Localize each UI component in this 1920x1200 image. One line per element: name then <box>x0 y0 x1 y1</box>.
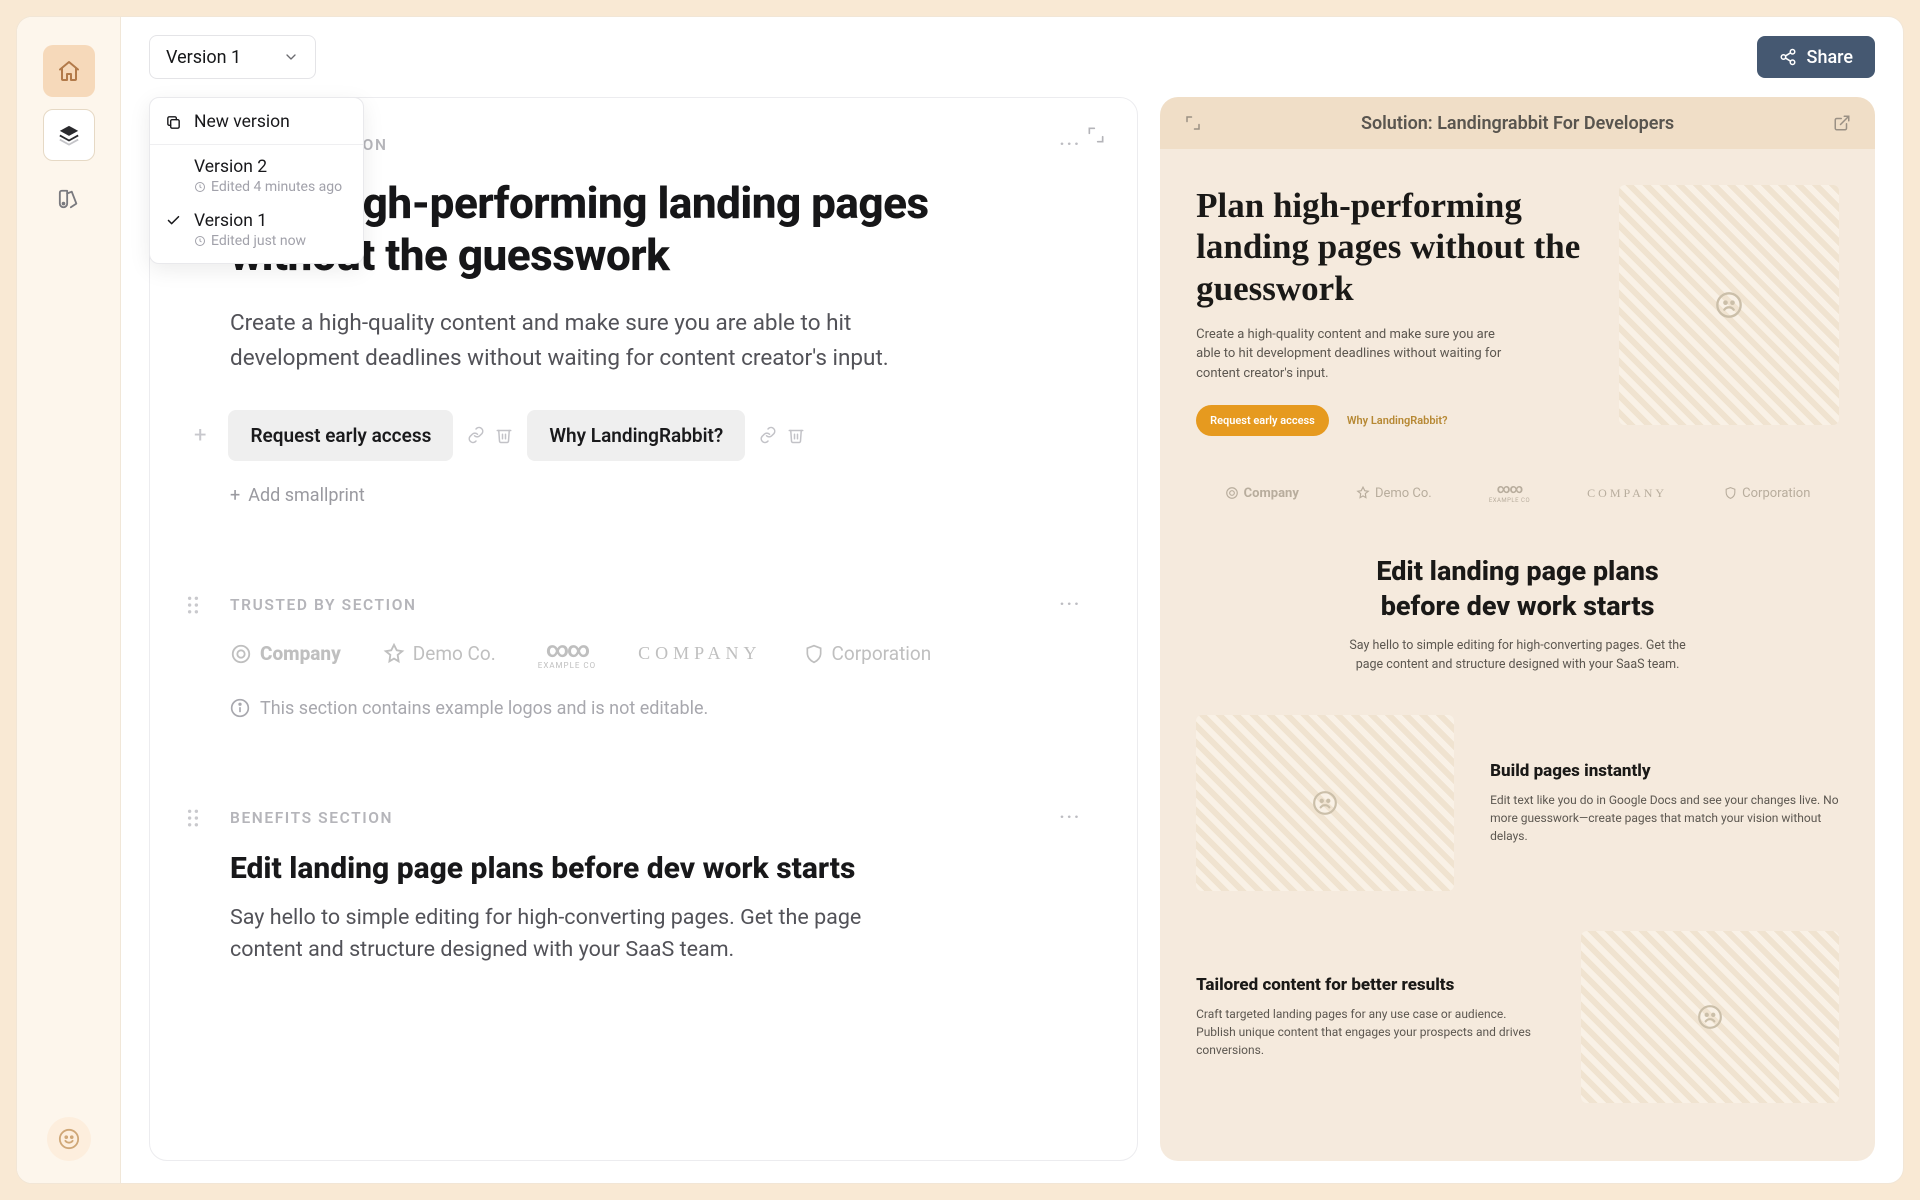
cta-secondary-chip[interactable]: Why LandingRabbit? <box>527 410 745 461</box>
benefits-subhead[interactable]: Say hello to simple editing for high-con… <box>230 902 910 967</box>
nav-swatch[interactable] <box>43 173 95 225</box>
section-more-icon[interactable]: ··· <box>1059 134 1081 155</box>
cta-row: + Request early access Why LandingRabbit… <box>230 410 1081 461</box>
pv-hero-sub: Create a high-quality content and make s… <box>1196 325 1506 384</box>
logo-corporation: Corporation <box>804 642 932 665</box>
plus-icon: + <box>230 485 240 506</box>
image-placeholder-icon <box>1715 291 1743 319</box>
dd-v1-label: Version 1 <box>194 211 306 231</box>
dd-v2-label: Version 2 <box>194 157 342 177</box>
pv-benefits-sub: Say hello to simple editing for high-con… <box>1348 637 1688 675</box>
editor-expand[interactable] <box>1081 120 1111 150</box>
section-more-icon[interactable]: ··· <box>1059 807 1081 828</box>
check-icon <box>166 213 181 228</box>
drag-handle-icon[interactable] <box>186 809 200 827</box>
dd-v2-meta: Edited 4 minutes ago <box>194 179 342 195</box>
benefits-headline[interactable]: Edit landing page plans before dev work … <box>230 851 1081 886</box>
preview-header: Solution: Landingrabbit For Developers <box>1160 97 1875 149</box>
logo-example: ∞∞EXAMPLE CO <box>538 638 596 670</box>
image-placeholder-icon <box>1312 790 1338 816</box>
pv-feature2-h: Tailored content for better results <box>1196 975 1545 995</box>
trusted-logos: Company Demo Co. ∞∞EXAMPLE CO COMPANY Co… <box>230 638 1081 670</box>
clock-icon <box>194 235 206 247</box>
pv-hero-image-placeholder <box>1619 185 1839 425</box>
dropdown-version-1[interactable]: Version 1 Edited just now <box>150 203 363 257</box>
logo-company: Company <box>230 642 341 665</box>
pv-benefits-title: Edit landing page plans before dev work … <box>1338 554 1698 623</box>
cta-primary-chip[interactable]: Request early access <box>228 410 453 461</box>
share-button[interactable]: Share <box>1757 36 1875 78</box>
cta1-delete-icon[interactable] <box>495 426 513 444</box>
preview-panel: Solution: Landingrabbit For Developers P… <box>1160 97 1875 1161</box>
pv-feature1-p: Edit text like you do in Google Docs and… <box>1490 791 1839 845</box>
expand-icon <box>1086 125 1106 145</box>
share-label: Share <box>1807 47 1853 68</box>
dd-v1-meta: Edited just now <box>194 233 306 249</box>
image-placeholder-icon <box>1697 1004 1723 1030</box>
cta2-link-icon[interactable] <box>759 426 777 444</box>
sidebar-rail <box>17 17 121 1183</box>
preview-expand[interactable] <box>1180 110 1206 136</box>
logo-demo: Demo Co. <box>383 642 496 665</box>
dropdown-separator <box>150 144 363 145</box>
landing-subhead[interactable]: Create a high-quality content and make s… <box>230 306 950 376</box>
cta2-delete-icon[interactable] <box>787 426 805 444</box>
pv-feature1-h: Build pages instantly <box>1490 761 1839 781</box>
add-cta-icon[interactable]: + <box>194 423 206 448</box>
dropdown-version-2[interactable]: Version 2 Edited 4 minutes ago <box>150 149 363 203</box>
preview-open-external[interactable] <box>1829 110 1855 136</box>
nav-home[interactable] <box>43 45 95 97</box>
version-dropdown: New version Version 2 Edited 4 minutes a… <box>149 97 364 264</box>
pv-hero-headline: Plan high-performing landing pages witho… <box>1196 185 1589 309</box>
preview-hero: Plan high-performing landing pages witho… <box>1196 185 1839 436</box>
topbar: Version 1 Share New version <box>121 17 1903 97</box>
pv-feature2-image <box>1581 931 1839 1103</box>
version-selector[interactable]: Version 1 <box>149 35 316 79</box>
pv-feature-1: Build pages instantly Edit text like you… <box>1196 715 1839 891</box>
pv-logo-demo: Demo Co. <box>1356 486 1432 501</box>
pv-logo-example: ∞∞EXAMPLE CO <box>1489 482 1530 504</box>
pv-logos: Company Demo Co. ∞∞EXAMPLE CO COMPANY Co… <box>1196 482 1839 504</box>
dd-new-version-label: New version <box>194 112 290 132</box>
copy-icon <box>165 114 182 131</box>
clock-icon <box>194 181 206 193</box>
version-label: Version 1 <box>166 47 241 68</box>
logo-company-serif: COMPANY <box>638 643 761 664</box>
section-more-icon[interactable]: ··· <box>1059 594 1081 615</box>
cta1-link-icon[interactable] <box>467 426 485 444</box>
preview-title: Solution: Landingrabbit For Developers <box>1361 113 1674 134</box>
feedback-button[interactable] <box>47 1117 91 1161</box>
pv-cta-primary: Request early access <box>1196 405 1329 436</box>
drag-handle-icon[interactable] <box>186 596 200 614</box>
benefits-section-label: BENEFITS SECTION ··· <box>230 809 1081 827</box>
share-icon <box>1779 48 1797 66</box>
trusted-info-note: This section contains example logos and … <box>230 698 1081 719</box>
dropdown-new-version[interactable]: New version <box>150 104 363 140</box>
add-smallprint[interactable]: + Add smallprint <box>230 485 1081 506</box>
pv-cta-secondary: Why LandingRabbit? <box>1347 414 1448 427</box>
trusted-section-label: TRUSTED BY SECTION ··· <box>230 596 1081 614</box>
info-icon <box>230 698 250 718</box>
pv-logo-company-serif: COMPANY <box>1587 486 1667 501</box>
pv-logo-company: Company <box>1225 486 1299 501</box>
pv-feature2-p: Craft targeted landing pages for any use… <box>1196 1005 1545 1059</box>
nav-layers[interactable] <box>43 109 95 161</box>
pv-feature-2: Tailored content for better results Craf… <box>1196 931 1839 1103</box>
chevron-down-icon <box>283 49 299 65</box>
pv-logo-corporation: Corporation <box>1724 486 1810 501</box>
pv-feature1-image <box>1196 715 1454 891</box>
